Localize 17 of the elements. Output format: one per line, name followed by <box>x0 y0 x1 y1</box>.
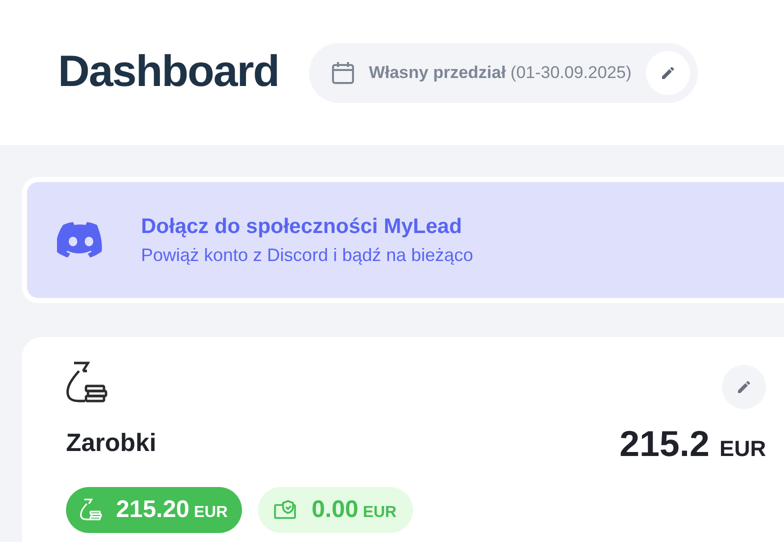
page-title: Dashboard <box>58 46 279 98</box>
discord-icon <box>57 222 105 258</box>
edit-button[interactable] <box>646 50 690 94</box>
amount-pill: 0.00 EUR <box>258 487 413 533</box>
banner-subtitle: Powiąż konto z Discord i bądź na bieżąco <box>141 244 474 268</box>
edit-button[interactable] <box>722 365 766 409</box>
date-range-label: Własny przedział (01-30.09.2025) <box>368 62 632 84</box>
banknote-shield-icon <box>274 499 298 521</box>
date-range-selector[interactable]: Własny przedział (01-30.09.2025) <box>308 42 698 102</box>
banner-title: Dołącz do społeczności MyLead <box>141 214 463 240</box>
amount-pill: 215.20 EUR <box>66 487 242 533</box>
calendar-icon <box>330 60 355 84</box>
card-title: Zarobki <box>66 428 156 460</box>
discord-banner[interactable]: Dołącz do społeczności MyLead Powiąż konto z Discord i bądź na bieżąco <box>22 177 784 303</box>
pencil-icon <box>660 64 676 80</box>
pencil-icon <box>736 379 752 395</box>
earnings-total: 215.2 EUR <box>619 422 766 466</box>
